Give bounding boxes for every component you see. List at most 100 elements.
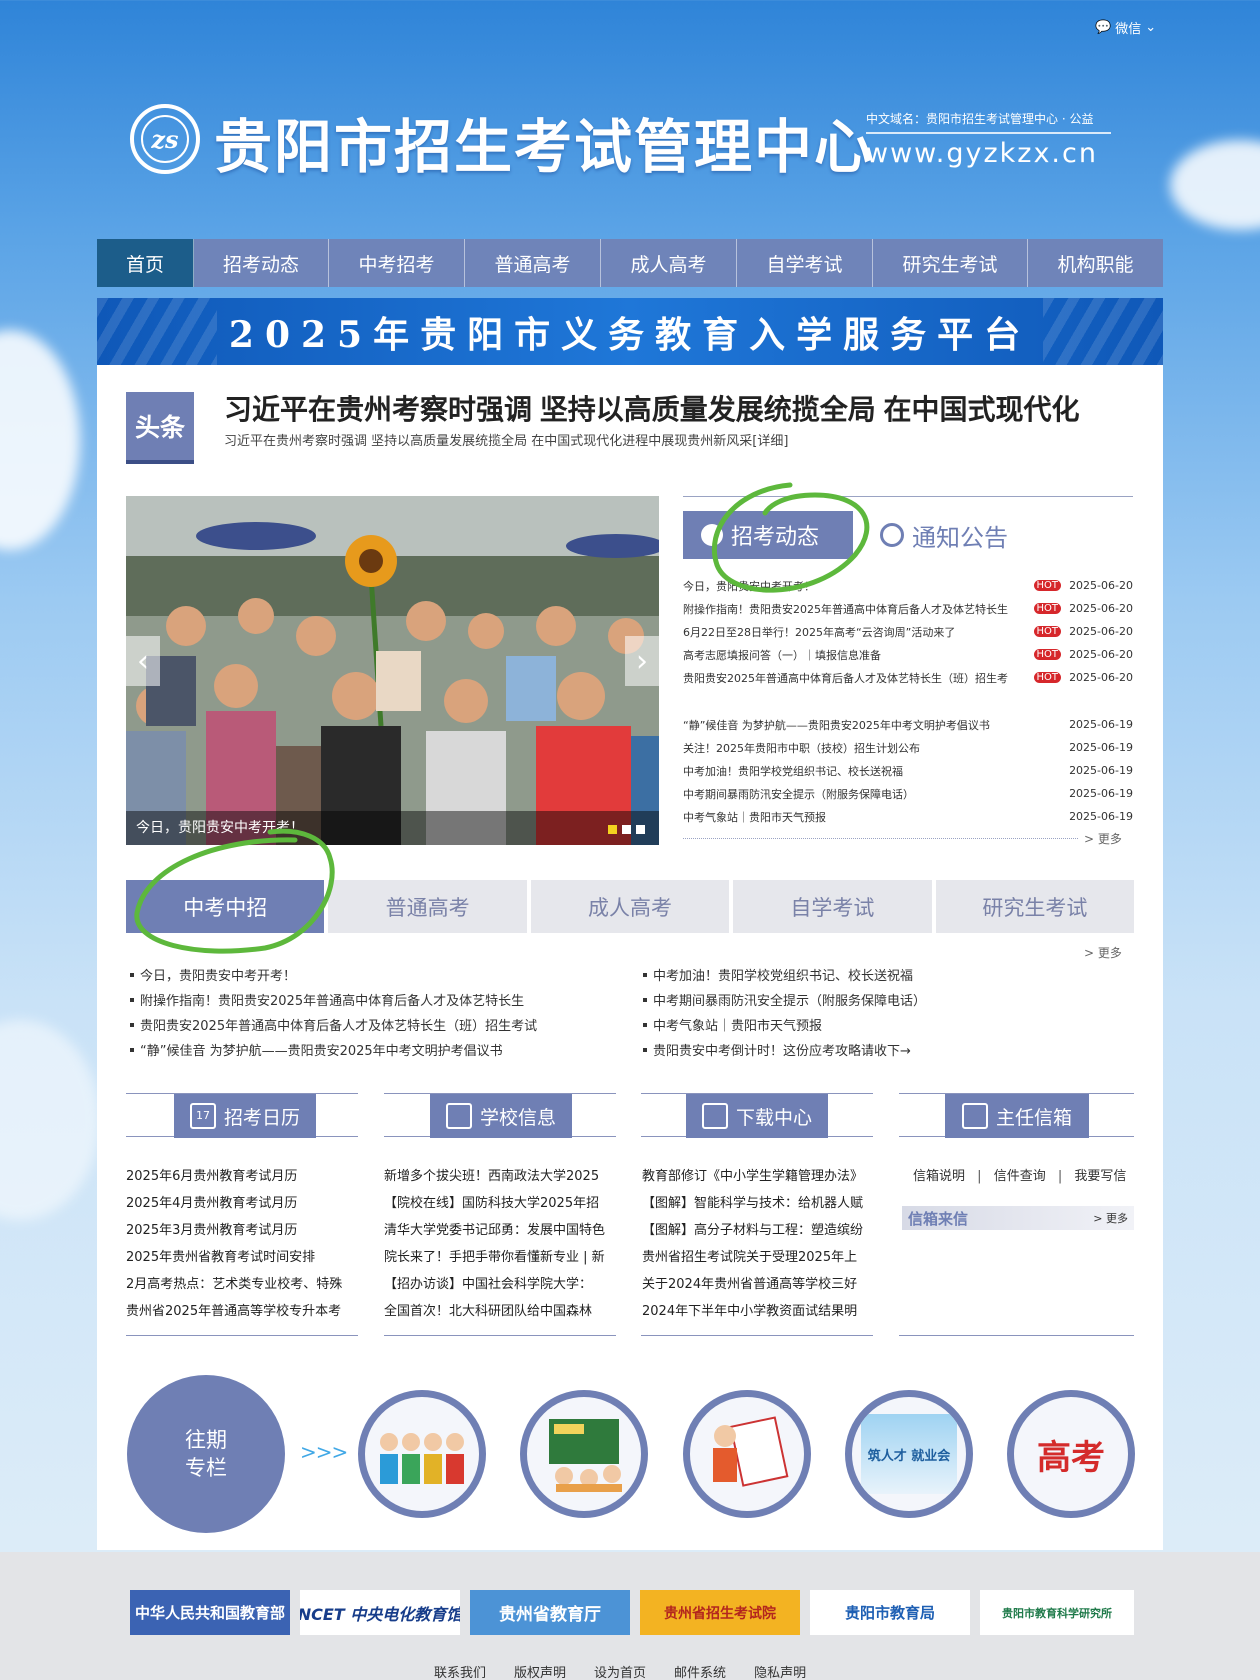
list-item[interactable]: 贵州省招生考试院关于受理2025年上 (642, 1246, 875, 1273)
column-safety-education[interactable] (520, 1390, 648, 1518)
column-anti-fraud[interactable] (683, 1390, 811, 1518)
column-job-fair[interactable]: 筑人才 就业会 (845, 1390, 973, 1518)
category-more-link[interactable]: > 更多 (1084, 944, 1122, 961)
slide-dot[interactable] (608, 825, 617, 834)
footer-logo-ncet[interactable]: NCET 中央电化教育馆 (300, 1590, 460, 1635)
footer-logo-guizhou-edu[interactable]: 贵州省教育厅 (470, 1590, 630, 1635)
news-item[interactable]: “静”候佳音 为梦护航——贵阳贵安2025年中考文明护考倡议书 2025-06-1… (683, 713, 1133, 736)
separator: | (1057, 1169, 1063, 1184)
news-item[interactable]: 今日，贵阳贵安中考开考！ HOT 2025-06-20 (683, 574, 1133, 597)
list-item[interactable]: 【院校在线】国防科技大学2025年招 (384, 1192, 617, 1219)
category-tabs: 中考中招 普通高考 成人高考 自学考试 研究生考试 (126, 880, 1135, 933)
list-item[interactable]: “静”候佳音 为梦护航——贵阳贵安2025年中考文明护考倡议书 (130, 1037, 630, 1062)
list-item[interactable]: 【招办访谈】中国社会科学院大学： (384, 1273, 617, 1300)
mail-system-link[interactable]: 邮件系统 (674, 1662, 726, 1680)
list-item[interactable]: 2025年3月贵州教育考试月历 (126, 1219, 359, 1246)
download-list: 教育部修订《中小学生学籍管理办法》 【图解】智能科学与技术：给机器人赋 【图解】… (642, 1165, 875, 1327)
slide-prev-button[interactable]: ‹ (126, 636, 160, 686)
past-columns-badge[interactable]: 往期 专栏 (127, 1375, 285, 1533)
slide-next-button[interactable]: › (625, 636, 659, 686)
nav-self-study[interactable]: 自学考试 (737, 239, 873, 287)
news-item[interactable]: 6月22日至28日举行！2025年高考“云咨询周”活动来了 HOT 2025-06-… (683, 620, 1133, 643)
footer-logo-guizhou-exam[interactable]: 贵州省招生考试院 (640, 1590, 800, 1635)
tab-gaokao[interactable]: 普通高考 (328, 880, 527, 933)
list-item[interactable]: 2025年6月贵州教育考试月历 (126, 1165, 359, 1192)
copyright-link[interactable]: 版权声明 (514, 1662, 566, 1680)
list-item[interactable]: 【图解】高分子材料与工程：塑造缤纷 (642, 1219, 875, 1246)
download-center-header[interactable]: 下载中心 (686, 1094, 828, 1138)
headline-title[interactable]: 习近平在贵州考察时强调 坚持以高质量发展统揽全局 在中国式现代化 (224, 388, 1080, 428)
list-item[interactable]: 中考期间暴雨防汛安全提示（附服务保障电话） (643, 987, 1143, 1012)
nav-home[interactable]: 首页 (97, 239, 194, 287)
wechat-label: 微信 (1115, 22, 1142, 37)
list-item[interactable]: 2025年贵州省教育考试时间安排 (126, 1246, 359, 1273)
set-homepage-link[interactable]: 设为首页 (594, 1662, 646, 1680)
tab-exam-news[interactable]: 招考动态 (683, 511, 853, 559)
slide-dot[interactable] (636, 825, 645, 834)
news-item[interactable]: 附操作指南！贵阳贵安2025年普通高中体育后备人才及体艺特长生 HOT 2025-0… (683, 597, 1133, 620)
list-item[interactable]: 2025年4月贵州教育考试月历 (126, 1192, 359, 1219)
news-item[interactable]: 高考志愿填报问答（一）｜填报信息准备 HOT 2025-06-20 (683, 643, 1133, 666)
column-gaokao[interactable]: 高考 (1007, 1390, 1135, 1518)
calendar-header[interactable]: 17 招考日历 (174, 1094, 316, 1138)
list-item[interactable]: 贵阳贵安中考倒计时！这份应考攻略请收下→ (643, 1037, 1143, 1062)
school-info-header[interactable]: 学校信息 (430, 1094, 572, 1138)
tab-postgraduate[interactable]: 研究生考试 (935, 880, 1135, 933)
privacy-link[interactable]: 隐私声明 (754, 1662, 806, 1680)
divider (683, 838, 1078, 839)
news-item[interactable]: 中考气象站｜贵阳市天气预报 2025-06-19 (683, 805, 1133, 828)
column-recycling[interactable] (358, 1390, 486, 1518)
slide-dot[interactable] (622, 825, 631, 834)
list-item[interactable]: 2月高考热点：艺术类专业校考、特殊 (126, 1273, 359, 1300)
list-item[interactable]: 中考加油！贵阳学校党组织书记、校长送祝福 (643, 962, 1143, 987)
enrollment-platform-banner[interactable]: 2025年贵阳市义务教育入学服务平台 (97, 298, 1163, 365)
list-item[interactable]: 院长来了！手把手带你看懂新专业 | 新 (384, 1246, 617, 1273)
mailbox-guide-link[interactable]: 信箱说明 (913, 1169, 965, 1184)
nav-exam-news[interactable]: 招考动态 (194, 239, 329, 287)
list-item[interactable]: 2024年下半年中小学教资面试结果明 (642, 1300, 875, 1327)
news-item[interactable]: 贵阳贵安2025年普通高中体育后备人才及体艺特长生（班）招生考 HOT 2025-0… (683, 666, 1133, 689)
list-item[interactable]: 教育部修订《中小学生学籍管理办法》 (642, 1165, 875, 1192)
footer-logo-guiyang-edu[interactable]: 贵阳市教育局 (810, 1590, 970, 1635)
mailbox-more-link[interactable]: > 更多 (1093, 1210, 1128, 1226)
nav-adult-exam[interactable]: 成人高考 (601, 239, 737, 287)
tab-self-study[interactable]: 自学考试 (733, 880, 932, 933)
separator: | (977, 1169, 982, 1184)
tab-adult-exam[interactable]: 成人高考 (530, 880, 730, 933)
list-item[interactable]: 中考气象站｜贵阳市天气预报 (643, 1012, 1143, 1037)
nav-gaokao[interactable]: 普通高考 (465, 239, 601, 287)
footer-logo-guiyang-research[interactable]: 贵阳市教育科学研究所 (980, 1590, 1134, 1635)
list-item[interactable]: 全国首次！北大科研团队给中国森林 (384, 1300, 617, 1327)
contact-link[interactable]: 联系我们 (434, 1662, 486, 1680)
news-item[interactable]: 中考加油！贵阳学校党组织书记、校长送祝福 2025-06-19 (683, 759, 1133, 782)
list-item[interactable]: 【图解】智能科学与技术：给机器人赋 (642, 1192, 875, 1219)
photo-slideshow[interactable]: ‹ › 今日，贵阳贵安中考开考！ (126, 496, 659, 845)
divider (641, 1335, 873, 1336)
nav-zhongkao[interactable]: 中考招考 (329, 239, 465, 287)
news-more-link[interactable]: > 更多 (1084, 830, 1122, 847)
site-logo[interactable]: zs (130, 104, 200, 174)
headline-summary[interactable]: 习近平在贵州考察时强调 坚持以高质量发展统揽全局 在中国式现代化进程中展现贵州新… (224, 430, 788, 449)
nav-postgraduate[interactable]: 研究生考试 (873, 239, 1028, 287)
list-item[interactable]: 今日，贵阳贵安中考开考！ (130, 962, 630, 987)
write-letter-link[interactable]: 我要写信 (1074, 1169, 1126, 1184)
nav-about[interactable]: 机构职能 (1028, 239, 1163, 287)
tab-zhongkao[interactable]: 中考中招 (126, 880, 325, 933)
list-item[interactable]: 附操作指南！贵阳贵安2025年普通高中体育后备人才及体艺特长生 (130, 987, 630, 1012)
news-item[interactable]: 关注！2025年贵阳市中职（技校）招生计划公布 2025-06-19 (683, 736, 1133, 759)
list-item[interactable]: 清华大学党委书记邱勇：发展中国特色 (384, 1219, 617, 1246)
footer-logo-moe[interactable]: 中华人民共和国教育部 (130, 1590, 290, 1635)
divider (866, 132, 1111, 134)
list-item[interactable]: 关于2024年贵州省普通高等学校三好 (642, 1273, 875, 1300)
mailbox-header[interactable]: 主任信箱 (945, 1094, 1089, 1138)
letter-query-link[interactable]: 信件查询 (994, 1169, 1046, 1184)
list-item[interactable]: 新增多个拔尖班！西南政法大学2025 (384, 1165, 617, 1192)
chat-bubble-icon (880, 523, 904, 547)
cloud-decoration (0, 1020, 100, 1220)
list-item[interactable]: 贵州省2025年普通高等学校专升本考 (126, 1300, 359, 1327)
tab-notices[interactable]: 通知公告 (880, 515, 1008, 555)
slide-caption[interactable]: 今日，贵阳贵安中考开考！ (126, 811, 659, 845)
list-item[interactable]: 贵阳贵安2025年普通高中体育后备人才及体艺特长生（班）招生考试 (130, 1012, 630, 1037)
wechat-menu[interactable]: 💬 微信 ⌄ (1095, 18, 1156, 37)
news-item[interactable]: 中考期间暴雨防汛安全提示（附服务保障电话） 2025-06-19 (683, 782, 1133, 805)
